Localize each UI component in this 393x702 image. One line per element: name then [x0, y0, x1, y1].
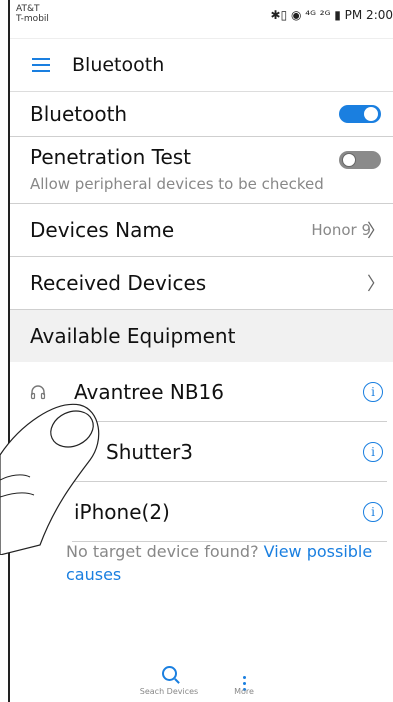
device-item[interactable]: Shutter3 i	[10, 422, 393, 482]
app-bar: Bluetooth	[10, 39, 393, 92]
page-title: Bluetooth	[72, 54, 165, 76]
available-equipment-header: Available Equipment	[10, 310, 393, 362]
search-icon	[134, 663, 204, 685]
device-name: Shutter3	[106, 440, 193, 464]
devices-name-label: Devices Name	[30, 218, 175, 242]
info-icon[interactable]: i	[363, 382, 383, 402]
chevron-right-icon: 〉	[367, 221, 385, 242]
device-item[interactable]: iPhone(2) i	[10, 482, 393, 542]
more-tab[interactable]: More	[224, 663, 264, 696]
info-icon[interactable]: i	[363, 442, 383, 462]
carrier-line-2: T-mobil	[16, 14, 49, 24]
device-name: iPhone(2)	[74, 500, 170, 524]
carrier-label: AT&T T-mobil	[16, 4, 49, 24]
menu-icon[interactable]	[32, 58, 50, 72]
more-icon	[224, 663, 264, 691]
carrier-line-1: AT&T	[16, 4, 40, 14]
info-icon[interactable]: i	[363, 502, 383, 522]
status-icons-time: ✱▯ ◉ ⁴ᴳ ²ᴳ ▮ PM 2:00	[270, 8, 393, 22]
received-devices-label: Received Devices	[30, 271, 207, 295]
screen: AT&T T-mobil ✱▯ ◉ ⁴ᴳ ²ᴳ ▮ PM 2:00 Blueto…	[8, 0, 393, 702]
status-bar: AT&T T-mobil ✱▯ ◉ ⁴ᴳ ²ᴳ ▮ PM 2:00	[10, 0, 393, 39]
devices-name-row[interactable]: Devices Name Honor 9 〉	[10, 204, 393, 257]
bluetooth-toggle[interactable]	[339, 105, 381, 123]
bluetooth-label: Bluetooth	[30, 102, 128, 126]
help-text: No target device found? View possible ca…	[66, 540, 393, 586]
more-label: More	[234, 687, 254, 696]
penetration-test-row[interactable]: Penetration Test Allow peripheral device…	[10, 137, 393, 204]
penetration-test-toggle[interactable]	[339, 151, 381, 169]
headphones-icon	[30, 384, 46, 404]
penetration-test-label: Penetration Test	[30, 145, 192, 169]
device-name: Avantree NB16	[74, 380, 224, 404]
search-devices-tab[interactable]: Seach Devices	[134, 663, 204, 696]
device-item[interactable]: Avantree NB16 i	[10, 362, 393, 422]
bottom-nav: Seach Devices More	[10, 642, 393, 702]
devices-name-value: Honor 9	[311, 221, 371, 239]
help-message: No target device found?	[66, 542, 264, 561]
section-title: Available Equipment	[30, 324, 236, 348]
chevron-right-icon: 〉	[367, 274, 385, 295]
penetration-test-subtitle: Allow peripheral devices to be checked	[30, 175, 324, 193]
bluetooth-row[interactable]: Bluetooth	[10, 92, 393, 137]
received-devices-row[interactable]: Received Devices 〉	[10, 257, 393, 310]
search-devices-label: Seach Devices	[139, 687, 199, 696]
